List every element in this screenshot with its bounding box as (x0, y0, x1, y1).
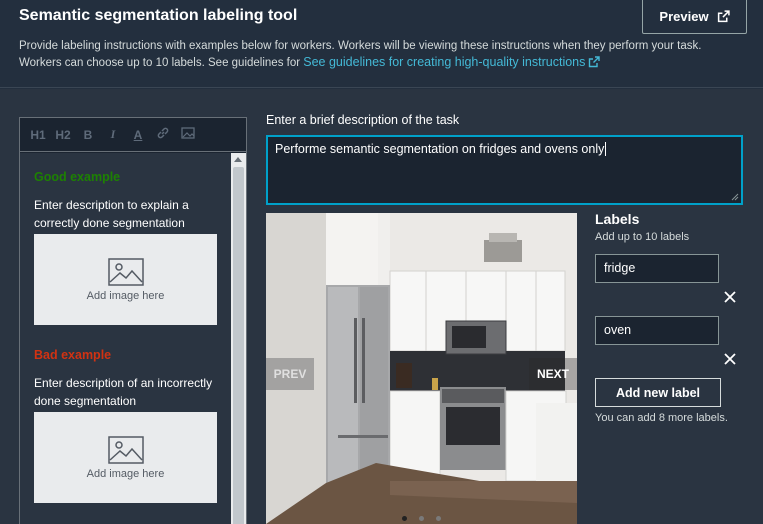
page-title: Semantic segmentation labeling tool (19, 7, 298, 24)
bold-button[interactable]: B (80, 128, 96, 142)
instructions-editor[interactable]: H1 H2 B I A Good example Enter descripti… (19, 117, 247, 524)
image-icon[interactable] (180, 127, 196, 142)
good-example-heading: Good example (34, 170, 121, 184)
guidelines-link[interactable]: See guidelines for creating high-quality… (303, 55, 601, 69)
good-example-text: Enter description to explain a correctly… (34, 198, 189, 230)
heading1-button[interactable]: H1 (30, 128, 46, 142)
link-icon[interactable] (155, 126, 171, 143)
add-image-label: Add image here (86, 289, 165, 302)
close-icon[interactable] (722, 351, 738, 367)
add-new-label-button[interactable]: Add new label (595, 378, 721, 407)
labels-subtitle: Add up to 10 labels (595, 231, 690, 243)
carousel-dot[interactable] (436, 516, 441, 521)
labels-heading: Labels (595, 211, 640, 227)
editor-scrollbar[interactable] (231, 153, 246, 524)
image-icon (107, 435, 144, 464)
external-link-icon (589, 56, 601, 68)
carousel-dots (402, 516, 441, 521)
scroll-thumb[interactable] (233, 167, 244, 524)
sample-image-carousel: PREV NEXT (266, 213, 577, 524)
bad-example-text: Enter description of an incorrectly done… (34, 376, 213, 408)
heading2-button[interactable]: H2 (55, 128, 71, 142)
remaining-labels-text: You can add 8 more labels. (595, 412, 728, 424)
task-description-textarea[interactable]: Performe semantic segmentation on fridge… (266, 135, 743, 205)
resize-handle-icon[interactable] (731, 193, 739, 201)
good-example-image-placeholder[interactable]: Add image here (34, 234, 217, 325)
carousel-dot[interactable] (402, 516, 407, 521)
text-color-button[interactable]: A (130, 128, 146, 142)
close-icon[interactable] (722, 289, 738, 305)
header: Semantic segmentation labeling tool Prov… (0, 0, 763, 88)
image-icon (107, 257, 144, 286)
italic-button[interactable]: I (105, 127, 121, 142)
bad-example-heading: Bad example (34, 348, 112, 362)
carousel-dot[interactable] (419, 516, 424, 521)
editor-toolbar: H1 H2 B I A (20, 118, 246, 152)
next-button[interactable]: NEXT (529, 358, 577, 390)
main-panel: H1 H2 B I A Good example Enter descripti… (0, 89, 763, 524)
bad-example-image-placeholder[interactable]: Add image here (34, 412, 217, 503)
preview-button[interactable]: Preview (642, 0, 747, 34)
label-input[interactable]: oven (595, 316, 719, 345)
external-link-icon (717, 10, 730, 23)
label-input[interactable]: fridge (595, 254, 719, 283)
scroll-up-arrow-icon[interactable] (234, 157, 242, 162)
task-description-label: Enter a brief description of the task (266, 113, 460, 127)
prev-button[interactable]: PREV (266, 358, 314, 390)
add-image-label: Add image here (86, 467, 165, 480)
instructions-description: Provide labeling instructions with examp… (19, 38, 739, 71)
editor-content[interactable]: Good example Enter description to explai… (20, 153, 232, 524)
